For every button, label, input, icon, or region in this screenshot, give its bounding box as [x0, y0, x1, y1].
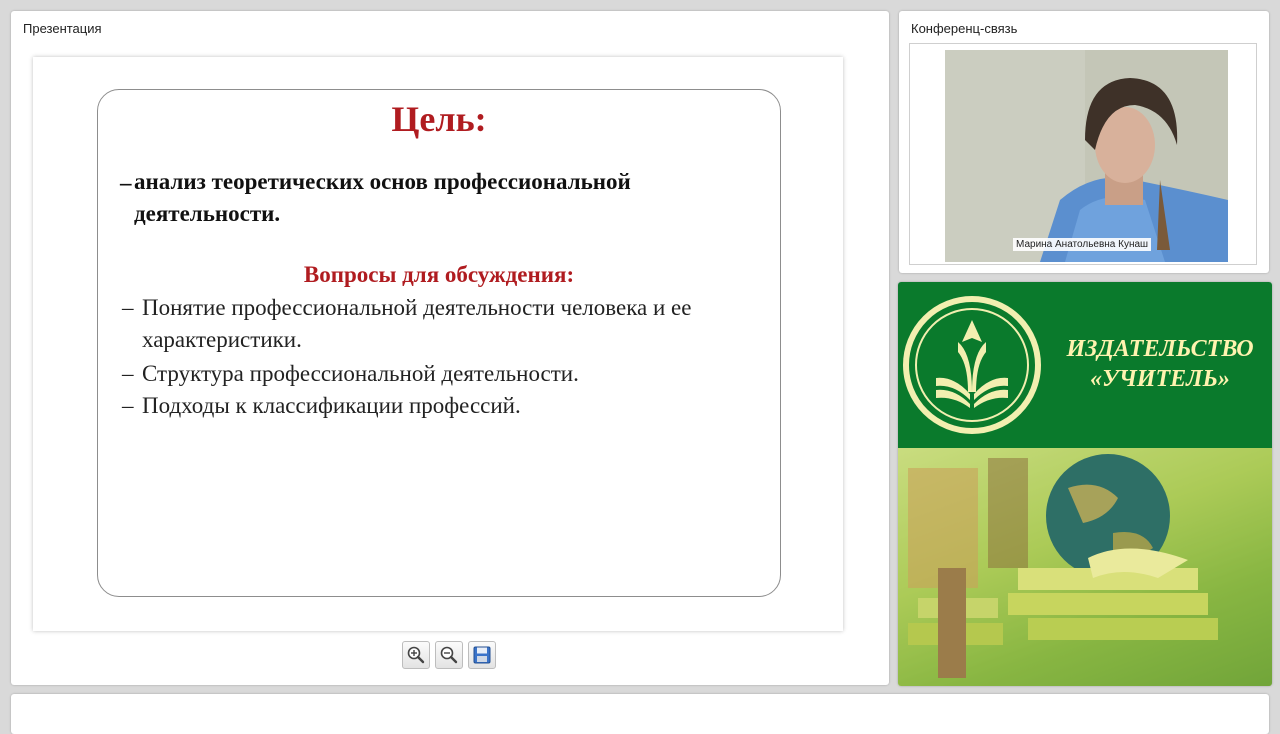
slide-frame: Цель: – анализ теоретических основ профе… — [97, 89, 781, 597]
participant-video[interactable]: Марина Анатольевна Кунаш — [945, 50, 1228, 262]
zoom-in-button[interactable] — [402, 641, 430, 669]
goal-text: анализ теоретических основ профессиональ… — [134, 169, 631, 226]
question-item: – Понятие профессиональной деятельности … — [122, 292, 762, 356]
publisher-image — [898, 448, 1272, 686]
slide-viewport: Цель: – анализ теоретических основ профе… — [33, 57, 843, 631]
publisher-name-line2: «УЧИТЕЛЬ» — [1090, 366, 1230, 392]
presentation-panel: Презентация Цель: – анализ теоретических… — [11, 11, 889, 685]
question-item: – Подходы к классификации профессий. — [122, 390, 762, 422]
publisher-banner: ИЗДАТЕЛЬСТВО «УЧИТЕЛЬ» — [898, 282, 1272, 686]
presentation-panel-title: Презентация — [23, 21, 102, 36]
zoom-out-button[interactable] — [435, 641, 463, 669]
question-dash: – — [122, 295, 134, 320]
participant-name-tag: Марина Анатольевна Кунаш — [1013, 238, 1152, 251]
conference-panel: Конференц-связь Марина Анатольевна Кунаш — [899, 11, 1269, 273]
question-text: Подходы к классификации профессий. — [142, 393, 521, 418]
zoom-out-icon — [440, 646, 458, 664]
question-dash: – — [122, 361, 134, 386]
slide-title: Цель: — [391, 99, 487, 139]
publisher-name-line1: ИЗДАТЕЛЬСТВО — [1066, 336, 1254, 362]
question-item: – Структура профессиональной деятельност… — [122, 358, 762, 390]
question-text: Понятие профессиональной деятельности че… — [142, 295, 692, 352]
video-container: Марина Анатольевна Кунаш — [909, 43, 1257, 265]
goal-dash: – — [120, 170, 132, 195]
participant-webcam-image — [945, 50, 1228, 262]
save-icon — [473, 646, 491, 664]
publisher-logo-icon — [903, 296, 1041, 434]
questions-heading: Вопросы для обсуждения: — [303, 262, 575, 287]
question-text: Структура профессиональной деятельности. — [142, 361, 579, 386]
publisher-name: ИЗДАТЕЛЬСТВО «УЧИТЕЛЬ» — [1048, 334, 1272, 394]
zoom-in-icon — [407, 646, 425, 664]
bottom-panel — [11, 694, 1269, 734]
question-dash: – — [122, 393, 134, 418]
conference-panel-title: Конференц-связь — [911, 21, 1018, 36]
books-globe-image — [898, 448, 1272, 686]
save-button[interactable] — [468, 641, 496, 669]
publisher-header: ИЗДАТЕЛЬСТВО «УЧИТЕЛЬ» — [898, 282, 1272, 448]
